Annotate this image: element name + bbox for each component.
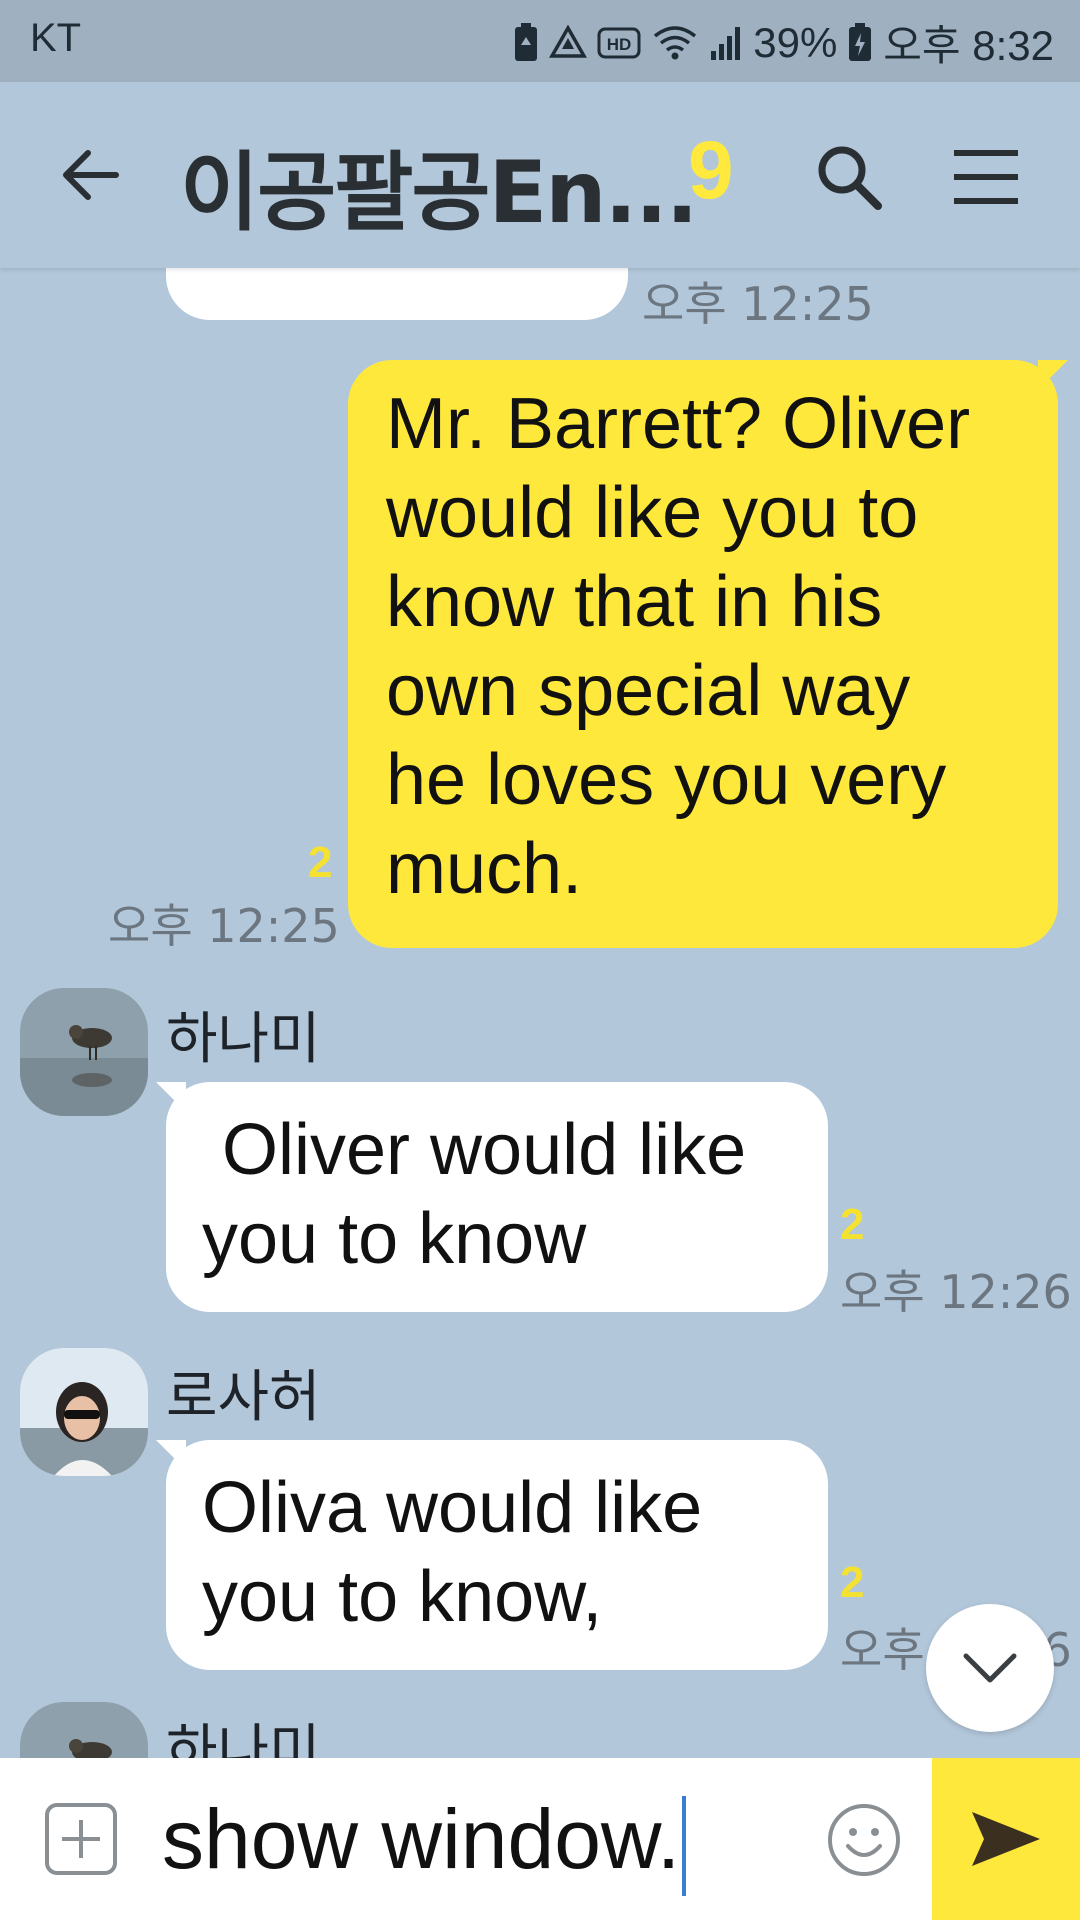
message-input-value: show window.	[162, 1792, 681, 1886]
send-icon	[972, 1812, 1040, 1866]
message-text: Mr. Barrett?	[202, 268, 578, 287]
chat-header: 이공팔공En... 9	[0, 82, 1080, 268]
menu-button[interactable]	[950, 146, 1022, 208]
wifi-icon	[651, 24, 699, 62]
signal-icon	[709, 25, 743, 61]
emoji-icon	[828, 1804, 900, 1876]
battery-icon	[847, 22, 873, 63]
message-time: 오후 12:25	[108, 899, 340, 953]
person-photo-icon	[20, 1348, 148, 1476]
message-bubble-received[interactable]: Oliver would like you to know	[166, 1082, 828, 1312]
avatar-hanami[interactable]	[20, 988, 148, 1116]
avatar-hanami[interactable]	[20, 1702, 148, 1758]
message-bubble-sent[interactable]: Mr. Barrett? Oliver would like you to kn…	[348, 360, 1058, 948]
sender-name: 하나미	[166, 1719, 321, 1758]
sender-name: 하나미	[166, 1007, 321, 1072]
message-text: Oliva would like you to know,	[202, 1468, 703, 1637]
svg-text:HD: HD	[607, 35, 632, 54]
unread-count: 2	[840, 1558, 865, 1607]
bird-photo-icon	[20, 988, 148, 1116]
message-text: Oliver would like you to know	[202, 1110, 747, 1279]
unread-count: 2	[308, 838, 333, 887]
back-button[interactable]	[56, 140, 126, 210]
send-button[interactable]	[932, 1758, 1080, 1920]
message-list[interactable]: Mr. Barrett? 오후 12:25 Mr. Barrett? Olive…	[0, 268, 1080, 1758]
avatar-rosaher[interactable]	[20, 1348, 148, 1476]
recycle-icon	[549, 24, 588, 61]
menu-icon	[954, 150, 1018, 204]
battery-percent: 39%	[753, 18, 838, 66]
message-bubble-received[interactable]: Oliva would like you to know,	[166, 1440, 828, 1670]
scroll-to-bottom-button[interactable]	[926, 1604, 1054, 1732]
battery-alert-icon	[513, 22, 539, 63]
bird-photo-icon	[20, 1702, 148, 1758]
status-time: 오후 8:32	[883, 22, 1054, 69]
search-icon	[818, 146, 882, 210]
carrier-label: KT	[30, 16, 82, 60]
search-button[interactable]	[812, 140, 886, 214]
back-arrow-icon	[63, 150, 119, 200]
chevron-down-icon	[963, 1653, 1017, 1683]
status-icons: HD 39% 오후 8:32	[513, 12, 1054, 73]
unread-count: 2	[840, 1200, 865, 1249]
hd-icon: HD	[597, 27, 641, 59]
message-time: 오후 12:25	[642, 277, 874, 331]
sender-name: 로사허	[166, 1365, 321, 1430]
attach-button[interactable]	[44, 1802, 118, 1876]
status-bar: KT HD 39% 오후 8:32	[0, 0, 1080, 82]
member-count: 9	[688, 125, 734, 216]
message-composer: show window.	[0, 1758, 1080, 1920]
message-input[interactable]: show window.	[162, 1782, 722, 1896]
message-time: 오후 12:26	[840, 1265, 1072, 1319]
message-bubble[interactable]: Mr. Barrett?	[166, 268, 628, 320]
chat-title[interactable]: 이공팔공En...	[180, 122, 698, 247]
plus-icon	[45, 1803, 117, 1875]
message-text: Mr. Barrett? Oliver would like you to kn…	[386, 384, 971, 909]
text-caret	[682, 1795, 687, 1896]
emoji-button[interactable]	[826, 1802, 902, 1878]
